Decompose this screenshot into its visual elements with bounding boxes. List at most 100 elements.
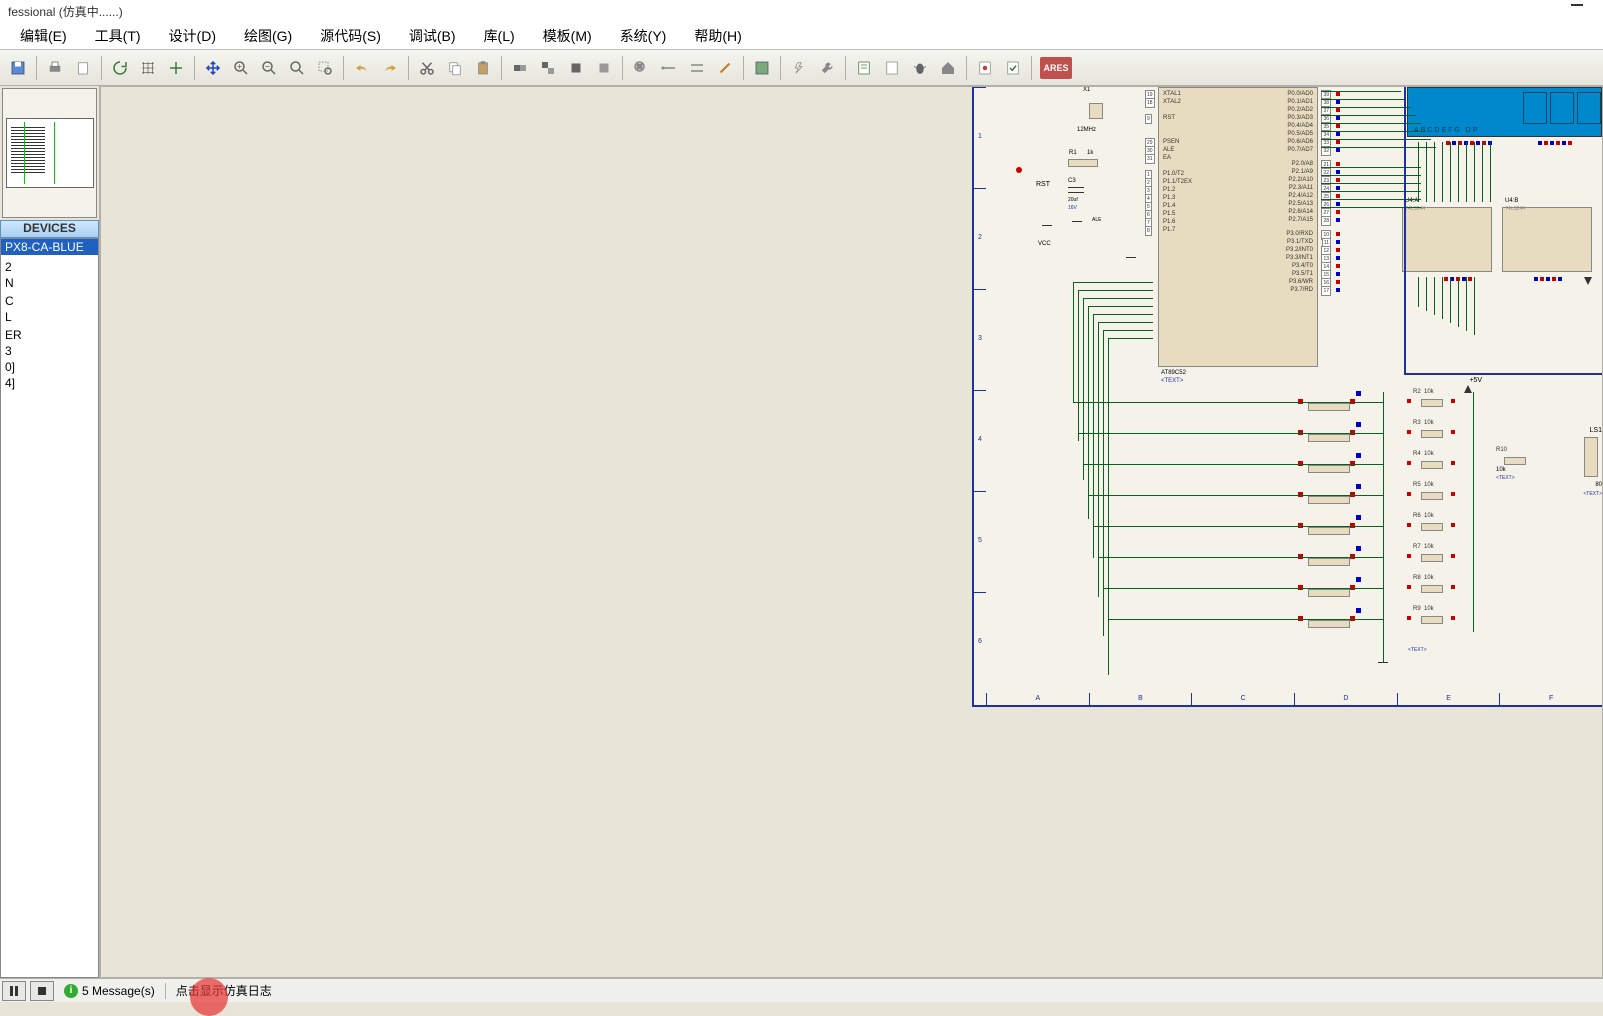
speaker-icon[interactable] — [1584, 437, 1598, 477]
zoom-in-icon[interactable] — [228, 55, 254, 81]
device-item-selected[interactable]: PX8-CA-BLUE — [1, 239, 98, 255]
pad-strip — [1538, 141, 1572, 145]
menu-edit[interactable]: 编辑(E) — [6, 22, 81, 50]
component-led-display[interactable]: ABCDEFG DP — [1407, 87, 1602, 137]
zoom-fit-icon[interactable] — [284, 55, 310, 81]
menu-source[interactable]: 源代码(S) — [306, 22, 395, 50]
paste-icon[interactable] — [470, 55, 496, 81]
origin-icon[interactable] — [163, 55, 189, 81]
sim-pause-button[interactable] — [2, 981, 26, 1001]
new-sheet-icon[interactable] — [879, 55, 905, 81]
component-switch — [1308, 521, 1368, 539]
redo-icon[interactable] — [377, 55, 403, 81]
print-icon[interactable] — [42, 55, 68, 81]
home-icon[interactable] — [935, 55, 961, 81]
mcu-ref: AT89C52 — [1161, 370, 1186, 376]
bug-icon[interactable] — [907, 55, 933, 81]
schematic-canvas[interactable]: 1 2 3 4 5 6 A B C D E F AT89C52 <TEXT> — [100, 86, 1603, 978]
component-ls1[interactable]: LS1 — [1590, 427, 1602, 434]
mcu-pins-right: P0.0/AD039P0.1/AD138P0.2/AD237P0.3/AD336… — [1263, 90, 1313, 294]
component-mcu[interactable]: AT89C52 <TEXT> XTAL119XTAL218RST9PSEN29A… — [1158, 87, 1318, 367]
bom-icon[interactable] — [851, 55, 877, 81]
menu-tools[interactable]: 工具(T) — [81, 22, 155, 50]
device-item[interactable]: ER — [1, 327, 98, 343]
component-resistor: R4 10k — [1413, 459, 1449, 469]
pad-strip — [1534, 277, 1562, 281]
overview-thumbnail[interactable] — [2, 88, 97, 218]
component-resistor: R3 10k — [1413, 428, 1449, 438]
pan-icon[interactable] — [200, 55, 226, 81]
menu-template[interactable]: 模板(M) — [529, 22, 606, 50]
device-item[interactable]: C — [1, 293, 98, 309]
gnd-arrow-icon — [1584, 277, 1592, 285]
device-item[interactable]: 3 — [1, 343, 98, 359]
grid-icon[interactable] — [135, 55, 161, 81]
wire-icon[interactable] — [656, 55, 682, 81]
component-switch — [1308, 428, 1368, 446]
block-delete-icon[interactable] — [591, 55, 617, 81]
schematic-content[interactable]: AT89C52 <TEXT> XTAL119XTAL218RST9PSEN29A… — [988, 87, 1602, 691]
search-icon[interactable] — [786, 55, 812, 81]
ale-label: ALE — [1092, 217, 1101, 223]
find-component-icon[interactable] — [628, 55, 654, 81]
workspace: DEVICES PX8-CA-BLUE 2 N C L ER 3 0] 4] 1… — [0, 86, 1603, 978]
menu-system[interactable]: 系统(Y) — [606, 22, 681, 50]
component-crystal[interactable]: X1 12MHz — [1083, 95, 1107, 125]
zoom-area-icon[interactable] — [312, 55, 338, 81]
menu-draw[interactable]: 绘图(G) — [230, 22, 306, 50]
component-resistor: R8 10k — [1413, 583, 1449, 593]
check-icon[interactable] — [1000, 55, 1026, 81]
gnd-icon — [1126, 257, 1136, 265]
report-icon[interactable] — [972, 55, 998, 81]
refresh-icon[interactable] — [107, 55, 133, 81]
cut-icon[interactable] — [414, 55, 440, 81]
vcc-label: +5V — [1469, 377, 1482, 384]
component-resistor: R6 10k — [1413, 521, 1449, 531]
ares-button[interactable]: ARES — [1040, 57, 1072, 79]
clipboard-icon[interactable] — [70, 55, 96, 81]
menu-design[interactable]: 设计(D) — [155, 22, 230, 50]
component-buffer-a[interactable]: U4:A 74LS244 — [1402, 207, 1492, 272]
gnd-icon — [1378, 662, 1388, 670]
schematic-capture-icon[interactable] — [749, 55, 775, 81]
block-copy-icon[interactable] — [507, 55, 533, 81]
status-bar: i 5 Message(s) 点击显示仿真日志 — [0, 978, 1603, 1002]
component-r10[interactable]: R10 10k <TEXT> — [1496, 455, 1532, 465]
component-switch — [1308, 583, 1368, 601]
device-item[interactable]: 4] — [1, 375, 98, 391]
undo-icon[interactable] — [349, 55, 375, 81]
device-item[interactable]: N — [1, 275, 98, 291]
zoom-out-icon[interactable] — [256, 55, 282, 81]
mcu-pins-left: XTAL119XTAL218RST9PSEN29ALE30EA31P1.0/T2… — [1163, 90, 1213, 234]
device-item[interactable]: L — [1, 309, 98, 325]
cursor-highlight — [190, 978, 228, 1016]
wrench-icon[interactable] — [814, 55, 840, 81]
ruler-horizontal: A B C D E F — [986, 693, 1602, 705]
copy-icon[interactable] — [442, 55, 468, 81]
net-icon[interactable] — [684, 55, 710, 81]
menu-library[interactable]: 库(L) — [470, 22, 529, 50]
menu-debug[interactable]: 调试(B) — [395, 22, 470, 50]
menu-help[interactable]: 帮助(H) — [680, 22, 755, 50]
left-panel: DEVICES PX8-CA-BLUE 2 N C L ER 3 0] 4] — [0, 86, 100, 978]
device-item[interactable]: 2 — [1, 259, 98, 275]
vcc-icon — [1464, 385, 1472, 393]
component-buffer-b[interactable]: U4:B 74LS244 — [1502, 207, 1592, 272]
sim-stop-button[interactable] — [30, 981, 54, 1001]
message-count[interactable]: 5 Message(s) — [82, 984, 155, 998]
schematic-sheet[interactable]: 1 2 3 4 5 6 A B C D E F AT89C52 <TEXT> — [972, 87, 1602, 707]
title-bar: fessional (仿真中......) — [0, 0, 1603, 22]
device-item[interactable]: 0] — [1, 359, 98, 375]
component-resistor: R5 10k — [1413, 490, 1449, 500]
minimize-button[interactable] — [1571, 4, 1583, 6]
probe-icon[interactable] — [712, 55, 738, 81]
ruler-vertical: 1 2 3 4 5 6 — [974, 87, 986, 695]
devices-header: DEVICES — [0, 220, 99, 238]
block-move-icon[interactable] — [535, 55, 561, 81]
block-rotate-icon[interactable] — [563, 55, 589, 81]
devices-list[interactable]: PX8-CA-BLUE 2 N C L ER 3 0] 4] — [0, 238, 99, 978]
save-icon[interactable] — [5, 55, 31, 81]
pad-strip — [1446, 141, 1492, 145]
component-switch — [1308, 614, 1368, 632]
component-reset[interactable]: R11k RST C3 20uf 16V VCC — [1028, 159, 1108, 239]
